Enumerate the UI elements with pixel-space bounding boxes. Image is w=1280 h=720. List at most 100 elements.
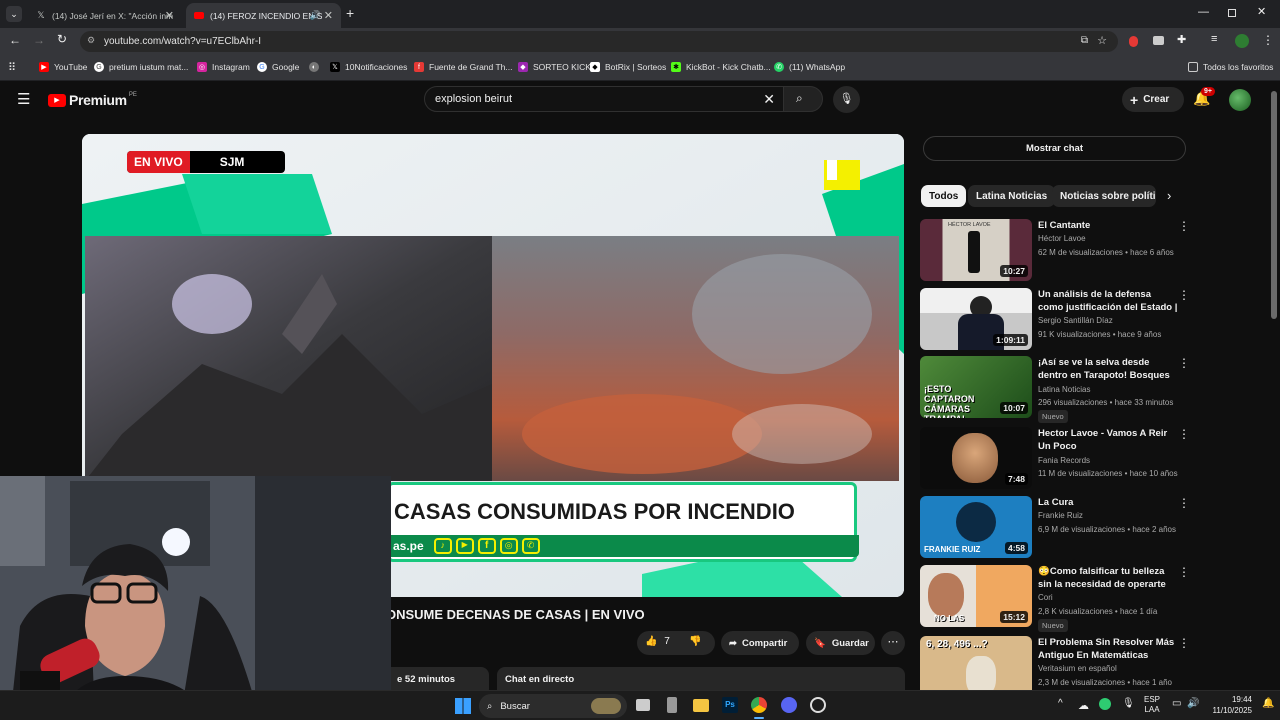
speaker-icon[interactable]: 🔊 [310, 10, 321, 21]
more-vert-icon[interactable]: ⋮ [1178, 356, 1190, 370]
more-vert-icon[interactable]: ⋮ [1178, 496, 1190, 510]
more-vert-icon[interactable]: ⋮ [1178, 636, 1190, 650]
show-chat-button[interactable]: Mostrar chat [923, 136, 1186, 161]
new-tab-button[interactable]: + [346, 5, 354, 21]
globe-icon: ◐ [309, 62, 319, 72]
bookmark-sorteo-kick[interactable]: ◆ SORTEO KICK [518, 62, 591, 72]
bookmark-kickbot[interactable]: ✱ KickBot - Kick Chatb... [671, 62, 771, 72]
onedrive-icon[interactable]: ☁ [1078, 699, 1089, 712]
profile-avatar[interactable] [1235, 34, 1249, 48]
language-indicator[interactable]: ESP LAA [1144, 695, 1160, 715]
tab-youtube-video[interactable]: (14) FEROZ INCENDIO EN S 🔊 ✕ [186, 3, 341, 28]
rec-card[interactable]: 1:09:11 Un análisis de la defensa como j… [920, 288, 1265, 350]
restore-button[interactable] [1228, 9, 1236, 17]
minimize-button[interactable]: — [1198, 6, 1209, 18]
youtube-icon: ▶ [39, 62, 49, 72]
menu-kebab-icon[interactable]: ⋮ [1262, 33, 1274, 47]
chip-noticias-politica[interactable]: Noticias sobre política [1052, 185, 1156, 207]
all-bookmarks[interactable]: Todos los favoritos [1188, 62, 1273, 72]
taskbar-search-box[interactable]: ⌕ Buscar [479, 694, 627, 718]
extension-red-icon[interactable] [1129, 36, 1138, 47]
discord-icon[interactable] [781, 697, 797, 713]
rec-card[interactable]: 7:48 Hector Lavoe - Vamos A Reir Un Poco… [920, 427, 1265, 489]
hamburger-menu-icon[interactable]: ☰ [17, 90, 30, 108]
video-thumbnail: 1:09:11 [920, 288, 1032, 350]
chevron-up-icon[interactable]: ^ [1058, 698, 1063, 709]
notifications-button[interactable]: 🔔 9+ [1193, 87, 1215, 107]
site-info-icon[interactable]: ⚙ [87, 35, 95, 46]
search-input[interactable]: explosion beirut ✕ [424, 86, 788, 112]
bookmark-whatsapp[interactable]: ✆ (11) WhatsApp [774, 62, 845, 72]
create-button[interactable]: + Crear [1122, 87, 1184, 112]
file-explorer-icon[interactable] [693, 699, 709, 712]
notification-bell-icon[interactable]: 🔔 [1262, 698, 1274, 709]
live-chat-header[interactable]: Chat en directo [497, 667, 905, 690]
bookmark-gta[interactable]: f Fuente de Grand Th... [414, 62, 512, 72]
rec-card[interactable]: NO LAS 15:12 😳Como falsificar tu belleza… [920, 565, 1265, 632]
chrome-icon[interactable] [751, 697, 767, 713]
close-icon[interactable]: ✕ [324, 9, 333, 22]
apps-grid-icon[interactable]: ⠿ [8, 61, 16, 74]
app-icon[interactable] [810, 697, 826, 713]
chip-latina-noticias[interactable]: Latina Noticias [968, 185, 1056, 207]
chevron-right-icon[interactable]: › [1167, 188, 1171, 203]
close-icon[interactable]: ✕ [165, 9, 174, 22]
reload-icon[interactable]: ↻ [57, 32, 67, 46]
bookmark-botrix[interactable]: ◆ BotRix | Sorteos [590, 62, 666, 72]
back-icon[interactable]: ← [9, 33, 21, 47]
windows-start-icon[interactable] [455, 698, 471, 714]
extension-icon[interactable] [1153, 36, 1164, 45]
bookmark-10notificaciones[interactable]: 𝕏 10Notificaciones [330, 62, 407, 72]
bookmark-youtube[interactable]: ▶ YouTube [39, 62, 87, 72]
like-button[interactable]: 👍 7 [645, 636, 670, 647]
clear-search-icon[interactable]: ✕ [763, 91, 775, 108]
bookmark-instagram[interactable]: ◎ Instagram [197, 62, 250, 72]
bookmark-star-icon[interactable]: ☆ [1097, 34, 1107, 47]
install-icon[interactable]: ⧉ [1081, 35, 1088, 46]
more-vert-icon[interactable]: ⋮ [1178, 219, 1190, 233]
rec-card[interactable]: 6, 28, 496 ...? El Problema Sin Resolver… [920, 636, 1265, 690]
rec-card[interactable]: ¡ESTO CAPTARON CÁMARAS TRAMPA! 10:07 ¡As… [920, 356, 1265, 423]
more-actions-button[interactable]: ⋯ [881, 631, 905, 655]
x-icon: 𝕏 [37, 10, 45, 20]
more-vert-icon[interactable]: ⋮ [1178, 288, 1190, 302]
dislike-button[interactable]: 👎 [689, 636, 701, 647]
voice-search-button[interactable]: 🎙 [833, 86, 860, 113]
youtube-logo[interactable]: ▶ Premium PE [48, 92, 137, 108]
chip-todos[interactable]: Todos [921, 185, 967, 207]
bookmark-pretium[interactable]: Gpretium iustum mat... [94, 62, 188, 72]
forward-icon[interactable]: → [33, 33, 45, 47]
volume-icon[interactable]: 🔊 [1187, 698, 1199, 709]
share-button[interactable]: ➦ Compartir [721, 631, 799, 655]
bookmark-globe[interactable]: ◐ [309, 62, 324, 72]
rec-card[interactable]: HÉCTOR LAVOE 10:27 El Cantante Héctor La… [920, 219, 1265, 281]
tab-x-post[interactable]: 𝕏 (14) José Jerí en X: "Acción inm ✕ [28, 3, 182, 28]
face-image [928, 573, 964, 617]
rec-card[interactable]: FRANKIE RUIZ 4:58 La Cura Frankie Ruiz 6… [920, 496, 1265, 558]
network-icon[interactable]: ▭ [1172, 698, 1181, 709]
more-vert-icon[interactable]: ⋮ [1178, 427, 1190, 441]
tab-search-dropdown-button[interactable]: ⌄ [6, 6, 22, 22]
plus-icon: + [1130, 91, 1139, 108]
account-avatar[interactable] [1229, 89, 1251, 111]
instagram-icon: ◎ [197, 62, 207, 72]
new-badge: Nuevo [1038, 619, 1068, 632]
address-bar[interactable]: ⚙ youtube.com/watch?v=u7EClbAhr-I ⧉ ☆ [80, 31, 1118, 52]
save-button[interactable]: 🔖 Guardar [806, 631, 875, 655]
tray-app-icon[interactable] [1099, 698, 1111, 710]
search-button[interactable]: ⌕ [783, 86, 823, 112]
description-box[interactable]: e 52 minutos [391, 667, 489, 690]
reading-list-icon[interactable]: ≡ [1211, 33, 1217, 45]
app-icon[interactable] [667, 697, 677, 713]
extensions-puzzle-icon[interactable]: ✚ [1177, 33, 1186, 46]
task-view-icon[interactable] [636, 699, 650, 711]
page-scrollbar[interactable] [1271, 91, 1277, 319]
clock[interactable]: 19:44 11/10/2025 [1208, 694, 1252, 716]
microphone-icon[interactable]: 🎙 [1122, 698, 1135, 709]
bookmark-google[interactable]: G Google [257, 62, 299, 72]
new-badge: Nuevo [1038, 410, 1068, 423]
x-icon: 𝕏 [330, 62, 340, 72]
close-window-button[interactable]: ✕ [1257, 5, 1266, 18]
photoshop-icon[interactable]: Ps [722, 697, 738, 713]
more-vert-icon[interactable]: ⋮ [1178, 565, 1190, 579]
